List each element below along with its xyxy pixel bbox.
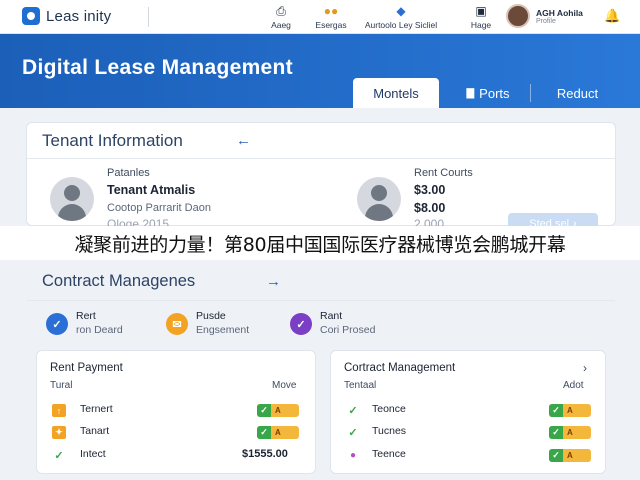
feature-title: Rert	[76, 310, 96, 322]
tab-montels[interactable]: Montels	[353, 78, 439, 108]
row-label: Ternert	[80, 403, 113, 415]
rent-value-0: $3.00	[414, 183, 446, 197]
tab-label: Ports	[479, 85, 510, 101]
headline-caption: 凝聚前进的力量！第80届中国国际医疗器械博览会鹏城开幕	[0, 226, 640, 260]
document-icon: ▣	[475, 4, 487, 18]
check-icon: ✓	[348, 405, 358, 417]
topnav-label: Aurtoolo Ley Sicliel	[364, 20, 438, 30]
status-text: A	[567, 406, 573, 415]
topnav-item-2[interactable]: ◆ Aurtoolo Ley Sicliel	[356, 4, 446, 30]
check-icon: ✓	[549, 426, 563, 439]
feature-rant[interactable]: ✓ Rant Cori Prosed	[290, 310, 375, 336]
row-label: Teence	[372, 448, 406, 460]
check-icon: ✓	[257, 404, 271, 417]
status-badge[interactable]: ✓ A	[549, 449, 591, 462]
printer-icon: ⎙	[276, 4, 286, 18]
topnav-label: Hage	[470, 20, 492, 30]
divider	[148, 7, 149, 27]
feature-title: Rant	[320, 310, 343, 322]
logo-icon	[22, 7, 40, 25]
row-label: Intect	[80, 448, 106, 460]
check-circle-icon: ✓	[46, 313, 68, 335]
tab-ports[interactable]: ▇ Ports	[448, 78, 528, 108]
dot-icon: ●	[349, 450, 357, 461]
tenant-line1: Cootop Parrarit Daon	[107, 202, 211, 214]
feature-pusde[interactable]: ✉ Pusde Engsement	[166, 310, 249, 336]
status-text: A	[567, 428, 573, 437]
contract-title: Contract Managenes	[42, 272, 196, 290]
page-title: Digital Lease Management	[22, 56, 293, 79]
status-text: A	[567, 451, 573, 460]
contract-mgmt-title: Cortract Management	[344, 362, 456, 374]
status-badge[interactable]: ✓ A	[257, 426, 299, 439]
tenant-title: Tenant Information	[42, 131, 183, 150]
feature-subtitle: ron Deard	[76, 324, 123, 336]
app-name: Leas inity	[46, 7, 112, 25]
row-label: Teonce	[372, 403, 406, 415]
status-text: A	[275, 406, 281, 415]
arrow-right-icon[interactable]: →	[266, 273, 281, 290]
key-icon: ◆	[396, 4, 406, 18]
bell-icon[interactable]: 🔔	[604, 8, 620, 24]
tenant-avatar	[50, 177, 94, 221]
row-label: Tucnes	[372, 425, 407, 437]
topnav-label: Esergas	[315, 20, 347, 30]
arrow-left-icon[interactable]: ←	[236, 132, 251, 149]
topnav-label: Aaeg	[271, 20, 291, 30]
col-header: Move	[272, 380, 297, 391]
app-logo[interactable]: Leas inity	[22, 7, 111, 25]
divider	[27, 158, 615, 159]
rent-payment-title: Rent Payment	[50, 362, 123, 374]
col-header: Tural	[50, 380, 73, 391]
check-circle-icon: ✓	[290, 313, 312, 335]
mail-icon: ✉	[166, 313, 188, 335]
user-name: AGH Aohila	[536, 7, 583, 18]
status-badge[interactable]: ✓ A	[549, 404, 591, 417]
rent-value-1: $8.00	[414, 201, 446, 215]
status-badge[interactable]: ✓ A	[257, 404, 299, 417]
feature-title: Pusde	[196, 310, 226, 322]
check-icon: ✓	[348, 427, 358, 439]
flag-icon: ↑	[52, 404, 66, 417]
status-badge[interactable]: ✓ A	[549, 426, 591, 439]
avatar	[506, 4, 530, 28]
amount: $1555.00	[242, 448, 288, 460]
top-bar: Leas inity ⎙ Aaeg ●● Esergas ◆ Aurtoolo …	[0, 0, 640, 34]
status-text: A	[275, 428, 281, 437]
tenant-name: Tenant Atmalis	[107, 183, 196, 197]
row-label: Tanart	[80, 425, 110, 437]
rent-label: Rent Courts	[414, 167, 473, 179]
user-menu[interactable]: AGH Aohila Profile	[506, 4, 583, 28]
divider	[27, 300, 615, 301]
star-icon: ✦	[52, 426, 66, 439]
tenant-label: Patanles	[107, 167, 150, 179]
feature-rent[interactable]: ✓ Rert ron Deard	[46, 310, 123, 336]
check-icon: ✓	[54, 450, 64, 462]
tab-reduct[interactable]: Reduct	[535, 78, 620, 108]
check-icon: ✓	[257, 426, 271, 439]
col-header: Tentaal	[344, 380, 377, 391]
chevron-right-icon[interactable]: ›	[583, 361, 587, 375]
col-header: Adot	[563, 380, 584, 391]
feature-subtitle: Engsement	[196, 324, 250, 336]
feature-subtitle: Cori Prosed	[320, 324, 376, 336]
people-icon: ●●	[323, 4, 339, 18]
user-role: Profile	[536, 17, 556, 25]
check-icon: ✓	[549, 404, 563, 417]
check-icon: ✓	[549, 449, 563, 462]
rent-avatar	[357, 177, 401, 221]
tab-divider	[530, 84, 531, 102]
lock-icon: ▇	[466, 87, 475, 99]
